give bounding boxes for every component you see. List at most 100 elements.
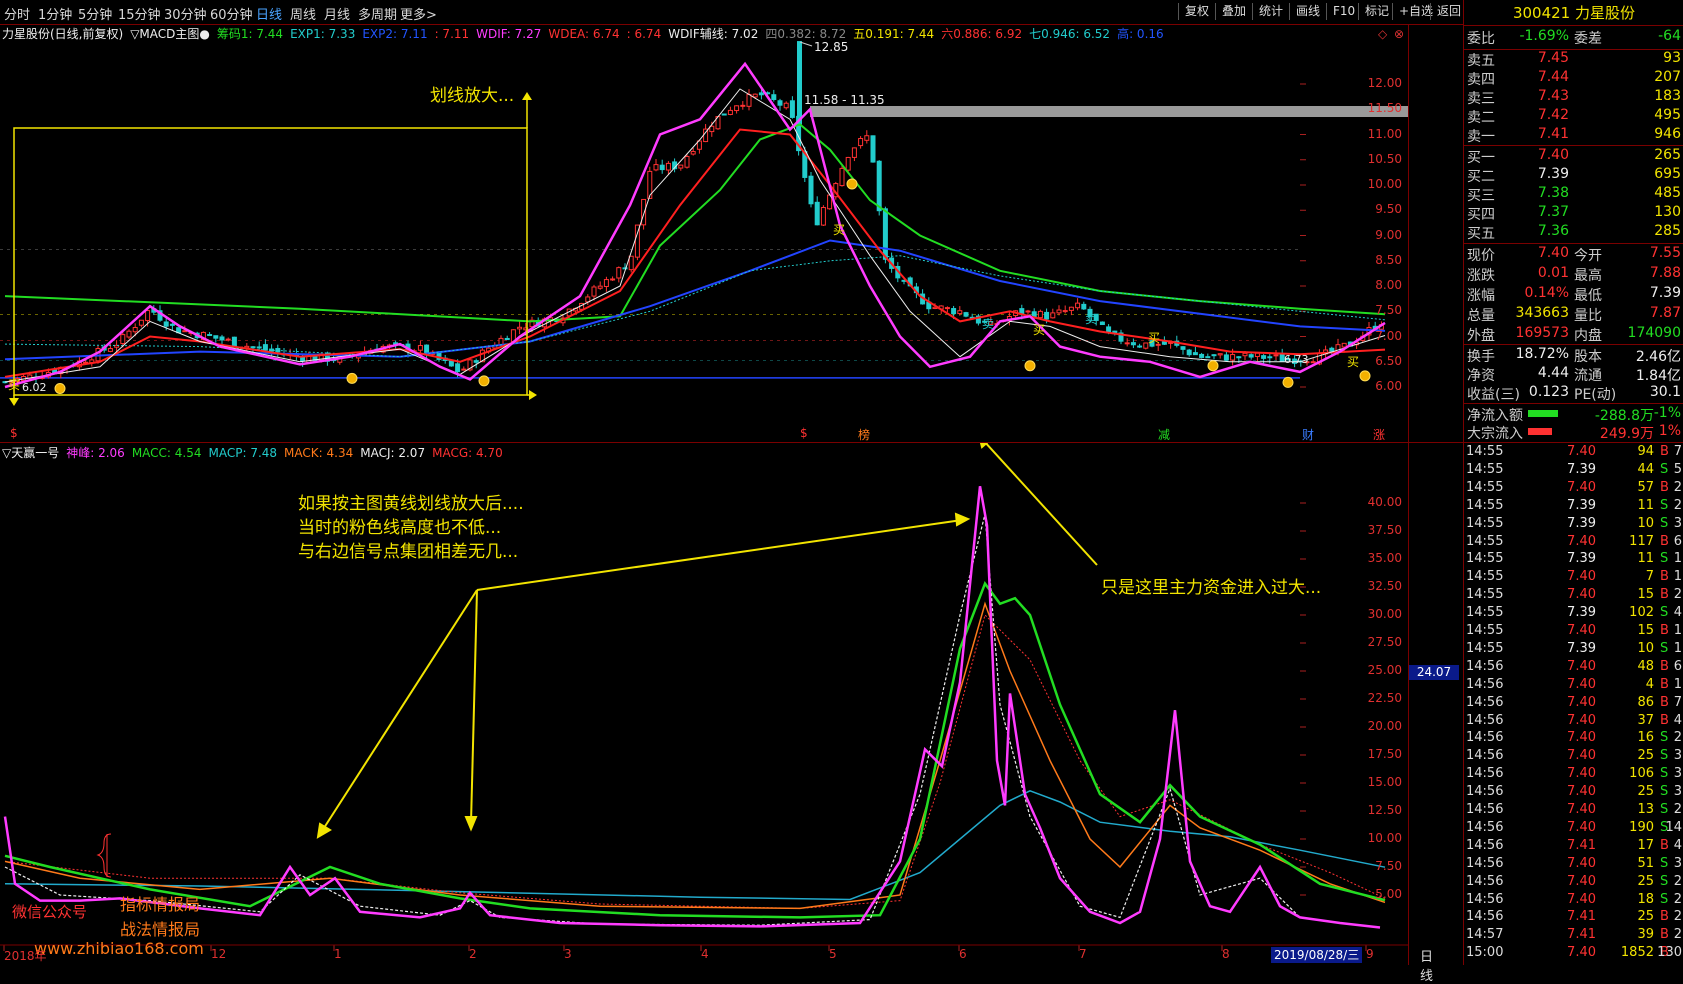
trade-marker: 买 bbox=[1033, 323, 1046, 337]
tick-row: 14:56 7.40 16 S 2 bbox=[1466, 730, 1682, 746]
stat-row[interactable]: 涨幅 0.14% 最低 7.39 bbox=[1464, 285, 1683, 305]
buy-level-row[interactable]: 买四 7.37 130 bbox=[1464, 204, 1683, 224]
back-button[interactable]: 返回 bbox=[1430, 3, 1467, 20]
tick-row: 14:57 7.41 39 B 2 bbox=[1466, 927, 1682, 943]
signal-dot bbox=[1207, 360, 1219, 372]
stat-row[interactable]: 涨跌 0.01 最高 7.88 bbox=[1464, 265, 1683, 285]
buy-level-row[interactable]: 买三 7.38 485 bbox=[1464, 185, 1683, 205]
stats-button[interactable]: 统计 bbox=[1252, 3, 1289, 20]
period-tab-multi[interactable]: 多周期 bbox=[358, 4, 397, 23]
period-tab-30min[interactable]: 30分钟 bbox=[164, 4, 207, 23]
signal-dot bbox=[478, 375, 490, 387]
watermark-url: www.zhibiao168.com bbox=[34, 939, 204, 958]
adjust-button[interactable]: 复权 bbox=[1178, 3, 1215, 20]
period-label[interactable]: 日线 bbox=[1420, 946, 1433, 984]
weibi-row: 委比 -1.69% 委差 -64 bbox=[1467, 28, 1681, 47]
event-label[interactable]: $ bbox=[10, 426, 18, 440]
tick-row: 14:56 7.40 106 S 3 bbox=[1466, 766, 1682, 782]
tick-row: 14:55 7.40 7 B 1 bbox=[1466, 569, 1682, 585]
period-toolbar: 分时 1分钟 5分钟 15分钟 30分钟 60分钟 日线 周线 月线 多周期 更… bbox=[0, 0, 1463, 25]
f10-button[interactable]: F10 bbox=[1326, 3, 1361, 20]
tick-row: 14:56 7.40 86 B 7 bbox=[1466, 694, 1682, 710]
fundamental-row[interactable]: 换手 18.72% 股本 2.46亿 bbox=[1464, 346, 1683, 366]
sell-level-row[interactable]: 卖五 7.45 93 bbox=[1464, 50, 1683, 70]
sub-y-tick: 25.00 bbox=[1367, 663, 1402, 677]
x-tick: 1 bbox=[334, 947, 342, 961]
event-label[interactable]: $ bbox=[800, 426, 808, 440]
watermark-wechat: 微信公众号 bbox=[12, 903, 88, 921]
main-y-tick: 7.00 bbox=[1375, 328, 1402, 343]
tick-row: 14:55 7.39 44 S 5 bbox=[1466, 461, 1682, 477]
period-tab-15min[interactable]: 15分钟 bbox=[118, 4, 161, 23]
quote-panel: 300421 力星股份 委比 -1.69% 委差 -64 卖五 7.45 93 卖四 7… bbox=[1463, 0, 1683, 965]
draw-button[interactable]: 画线 bbox=[1289, 3, 1326, 20]
sub-y-tick: 10.00 bbox=[1367, 831, 1402, 845]
last-price-label: 6.73 bbox=[1284, 353, 1309, 366]
main-y-tick: 11.00 bbox=[1367, 126, 1402, 141]
signal-dot bbox=[1282, 376, 1294, 388]
trade-marker: 卖 bbox=[1085, 312, 1098, 326]
fundamental-row[interactable]: 收益(三) 0.123 PE(动) 30.1 bbox=[1464, 384, 1683, 404]
period-tab-daily[interactable]: 日线 bbox=[256, 4, 282, 23]
period-tab-5min[interactable]: 5分钟 bbox=[78, 4, 112, 23]
main-y-tick: 10.00 bbox=[1367, 177, 1402, 191]
main-y-tick: 11.50 bbox=[1367, 101, 1402, 116]
sub-y-tick: 12.50 bbox=[1367, 803, 1402, 817]
stat-row[interactable]: 总量 343663 量比 7.87 bbox=[1464, 305, 1683, 325]
period-tab-more[interactable]: 更多> bbox=[400, 4, 437, 23]
buy-level-row[interactable]: 买二 7.39 695 bbox=[1464, 166, 1683, 186]
tick-row: 14:56 7.40 25 S 3 bbox=[1466, 748, 1682, 764]
x-tick: 6 bbox=[959, 947, 967, 961]
event-label[interactable]: 榜 bbox=[858, 426, 870, 443]
buy-level-row[interactable]: 买一 7.40 265 bbox=[1464, 147, 1683, 167]
event-label[interactable]: 减 bbox=[1158, 426, 1170, 443]
period-tab-weekly[interactable]: 周线 bbox=[290, 4, 316, 23]
sub-y-tick: 27.50 bbox=[1367, 635, 1402, 649]
stat-row[interactable]: 现价 7.40 今开 7.55 bbox=[1464, 245, 1683, 265]
main-kline-chart[interactable]: 力星股份(日线,前复权) ▽MACD主图● 筹码1: 7.44 EXP1: 7.33 E… bbox=[0, 24, 1408, 442]
zone-label: 11.58 - 11.35 bbox=[804, 93, 885, 107]
tick-row: 14:55 7.39 11 S 1 bbox=[1466, 551, 1682, 567]
sell-level-row[interactable]: 卖二 7.42 495 bbox=[1464, 107, 1683, 127]
tick-row: 14:55 7.40 117 B 6 bbox=[1466, 533, 1682, 549]
stat-row[interactable]: 外盘 169573 内盘 174090 bbox=[1464, 325, 1683, 345]
signal-dot bbox=[54, 382, 66, 394]
period-tab-intraday[interactable]: 分时 bbox=[4, 4, 30, 23]
stock-name: 力星股份 bbox=[1575, 4, 1636, 22]
main-y-tick: 6.50 bbox=[1375, 353, 1402, 368]
sub-y-tick: 20.00 bbox=[1367, 719, 1402, 733]
x-tick: 4 bbox=[701, 947, 709, 961]
tick-row: 14:56 7.40 13 S 2 bbox=[1466, 802, 1682, 817]
trade-marker: 买 bbox=[8, 378, 21, 392]
line-wdif-aux bbox=[4, 88, 1386, 383]
sell-level-row[interactable]: 卖一 7.41 946 bbox=[1464, 126, 1683, 146]
line-mack bbox=[4, 601, 1386, 910]
event-label[interactable]: 财 bbox=[1302, 426, 1314, 443]
tick-row: 14:56 7.40 51 S 3 bbox=[1466, 855, 1682, 871]
main-chart-canvas bbox=[0, 41, 1408, 406]
mark-button[interactable]: 标记 bbox=[1358, 3, 1395, 20]
sub-y-tick: 15.00 bbox=[1367, 775, 1402, 789]
period-tab-monthly[interactable]: 月线 bbox=[324, 4, 350, 23]
stock-header: 300421 力星股份 bbox=[1464, 2, 1683, 23]
period-tab-1min[interactable]: 1分钟 bbox=[38, 4, 72, 23]
main-y-tick: 9.00 bbox=[1375, 227, 1402, 242]
sub-y-tick: 35.00 bbox=[1367, 551, 1402, 565]
line-wdea bbox=[4, 128, 1386, 378]
buy-level-row[interactable]: 买五 7.36 285 bbox=[1464, 223, 1683, 243]
tick-row: 14:56 7.40 25 S 2 bbox=[1466, 873, 1682, 889]
tick-row: 14:56 7.40 48 B 6 bbox=[1466, 658, 1682, 674]
fundamental-row[interactable]: 净资 4.44 流通 1.84亿 bbox=[1464, 365, 1683, 385]
tick-row: 14:56 7.40 4 B 1 bbox=[1466, 676, 1682, 692]
event-label[interactable]: 涨 bbox=[1373, 426, 1385, 443]
watermark-brand-1: 指标情报局 bbox=[120, 895, 201, 914]
indicator-chart[interactable]: ▽天赢一号 神峰: 2.06 MACC: 4.54 MACP: 7.48 MACK: 4… bbox=[0, 443, 1459, 984]
x-tick: 5 bbox=[829, 947, 837, 961]
tick-row: 14:55 7.40 94 B 7 bbox=[1466, 444, 1682, 459]
tick-row: 14:56 7.40 190 S 14 bbox=[1466, 819, 1682, 835]
sub-note-4: 只是这里主力资金进入过大... bbox=[1101, 578, 1322, 598]
overlay-button[interactable]: 叠加 bbox=[1215, 3, 1252, 20]
sell-level-row[interactable]: 卖三 7.43 183 bbox=[1464, 88, 1683, 108]
sell-level-row[interactable]: 卖四 7.44 207 bbox=[1464, 69, 1683, 89]
period-tab-60min[interactable]: 60分钟 bbox=[210, 4, 253, 23]
